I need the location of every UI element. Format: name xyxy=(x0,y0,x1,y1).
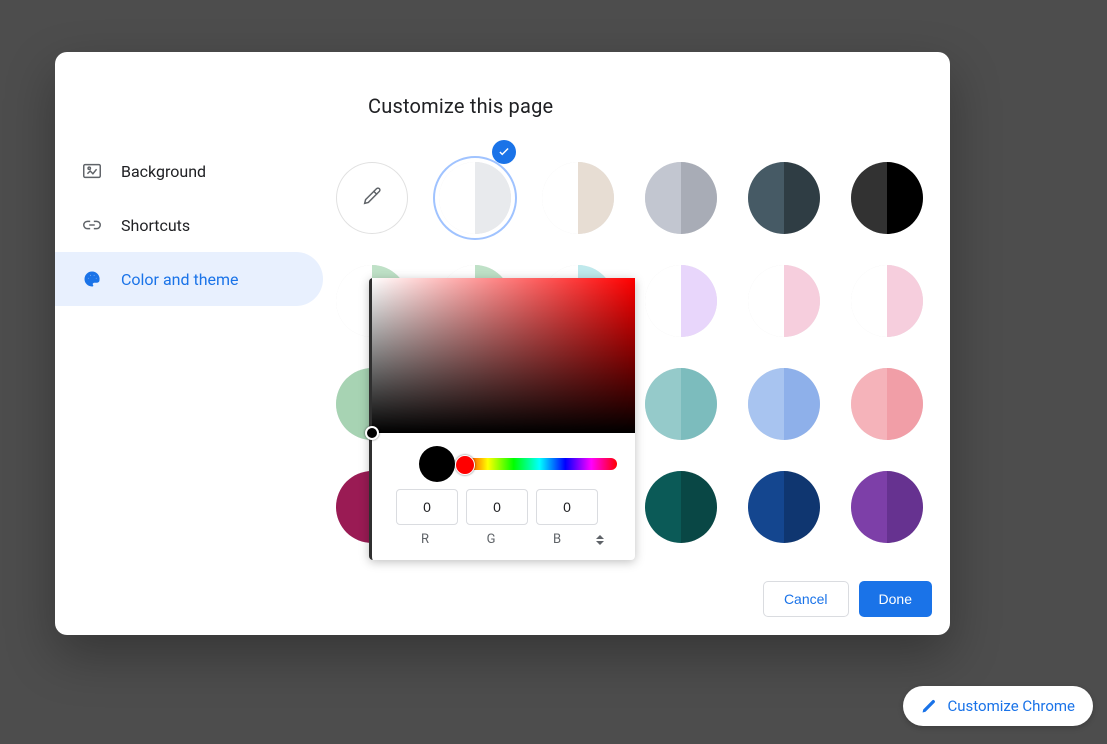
sidebar-item-label: Shortcuts xyxy=(121,216,190,235)
swatch[interactable] xyxy=(423,146,526,249)
r-input[interactable] xyxy=(396,489,458,525)
swatch[interactable] xyxy=(835,146,938,249)
sidebar-item-color-theme[interactable]: Color and theme xyxy=(55,252,323,306)
sidebar: Background Shortcuts Color and theme xyxy=(55,144,335,306)
swatch[interactable] xyxy=(732,146,835,249)
swatch[interactable] xyxy=(629,352,732,455)
swatch[interactable] xyxy=(629,455,732,558)
swatch[interactable] xyxy=(835,352,938,455)
palette-icon xyxy=(81,268,103,290)
dialog-footer: Cancel Done xyxy=(763,581,932,617)
cancel-button[interactable]: Cancel xyxy=(763,581,849,617)
r-label: R xyxy=(396,532,454,547)
rgb-inputs xyxy=(396,489,598,525)
b-label: B xyxy=(528,532,586,547)
chevron-up-icon xyxy=(596,535,604,539)
hue-slider[interactable] xyxy=(462,458,617,470)
check-badge xyxy=(492,140,516,164)
selection-ring xyxy=(433,156,517,240)
sidebar-item-label: Color and theme xyxy=(121,270,239,289)
b-input[interactable] xyxy=(536,489,598,525)
swatch[interactable] xyxy=(629,249,732,352)
sv-thumb[interactable] xyxy=(365,426,379,440)
color-mode-toggle[interactable] xyxy=(592,530,608,550)
swatch[interactable] xyxy=(835,249,938,352)
g-input[interactable] xyxy=(466,489,528,525)
customize-chrome-button[interactable]: Customize Chrome xyxy=(903,686,1093,726)
swatch[interactable] xyxy=(835,455,938,558)
g-label: G xyxy=(462,532,520,547)
done-button[interactable]: Done xyxy=(859,581,932,617)
swatch[interactable] xyxy=(629,146,732,249)
hue-thumb[interactable] xyxy=(455,455,475,475)
dialog-title: Customize this page xyxy=(368,94,553,118)
sidebar-item-shortcuts[interactable]: Shortcuts xyxy=(55,198,323,252)
customize-dialog: Customize this page Background Shortcuts… xyxy=(55,52,950,635)
swatch[interactable] xyxy=(526,146,629,249)
image-icon xyxy=(81,160,103,182)
chevron-down-icon xyxy=(596,541,604,545)
swatch[interactable] xyxy=(732,352,835,455)
swatch[interactable] xyxy=(732,249,835,352)
eyedropper-icon xyxy=(361,185,383,211)
swatch[interactable] xyxy=(732,455,835,558)
sidebar-item-label: Background xyxy=(121,162,206,181)
sidebar-item-background[interactable]: Background xyxy=(55,144,323,198)
color-picker: R G B xyxy=(369,278,635,560)
swatch-custom[interactable] xyxy=(320,146,423,249)
saturation-value-field[interactable] xyxy=(372,278,635,433)
rgb-labels: R G B xyxy=(396,532,586,547)
customize-chrome-label: Customize Chrome xyxy=(947,697,1075,715)
pencil-icon xyxy=(921,698,937,714)
link-icon xyxy=(81,214,103,236)
color-preview xyxy=(419,446,455,482)
